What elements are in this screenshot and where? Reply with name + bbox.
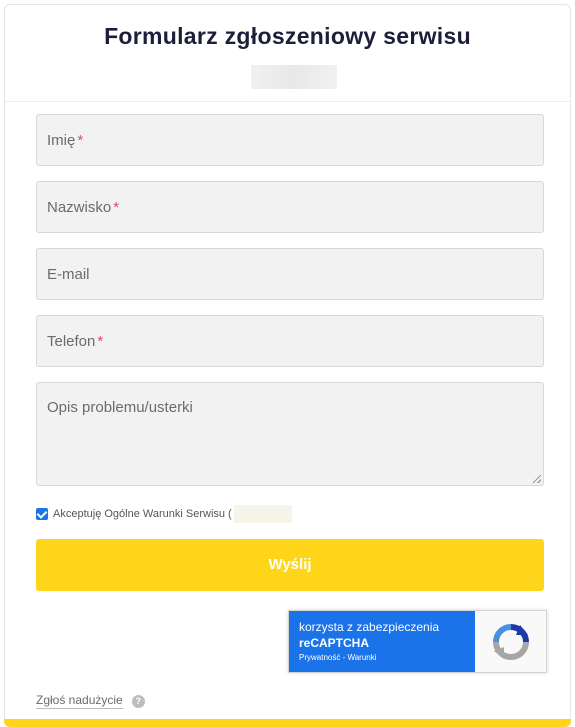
- recaptcha-line2: reCAPTCHA: [299, 636, 370, 650]
- consent-row: Akceptuję Ogólne Warunki Serwisu (: [36, 504, 292, 524]
- recaptcha-logo-icon: [475, 611, 546, 672]
- help-icon[interactable]: ?: [131, 694, 145, 708]
- email-field[interactable]: E-mail: [36, 248, 544, 300]
- recaptcha-line1: korzysta z zabezpieczenia: [299, 620, 440, 634]
- recaptcha-links[interactable]: Prywatność - Warunki: [299, 653, 475, 662]
- page-title: Formularz zgłoszeniowy serwisu: [104, 23, 471, 49]
- footer: Zgłoś nadużycie ?: [36, 693, 145, 709]
- phone-placeholder: Telefon: [47, 333, 96, 350]
- required-mark: *: [97, 333, 104, 350]
- form-header: Formularz zgłoszeniowy serwisu: [5, 5, 570, 102]
- description-placeholder: Opis problemu/usterki: [47, 399, 193, 416]
- consent-checkbox[interactable]: [36, 508, 48, 520]
- phone-field[interactable]: Telefon *: [36, 315, 544, 367]
- last-name-field[interactable]: Nazwisko *: [36, 181, 544, 233]
- blurred-subtitle: [251, 65, 337, 89]
- description-textarea[interactable]: Opis problemu/usterki: [36, 382, 544, 486]
- recaptcha-badge[interactable]: korzysta z zabezpieczenia reCAPTCHA Pryw…: [288, 610, 547, 673]
- recaptcha-text-panel: korzysta z zabezpieczenia reCAPTCHA Pryw…: [289, 611, 475, 672]
- email-placeholder: E-mail: [47, 266, 90, 283]
- form-card: Formularz zgłoszeniowy serwisu Imię * Naz…: [4, 4, 571, 723]
- bottom-accent-bar: [4, 719, 571, 727]
- resize-handle[interactable]: [533, 475, 541, 483]
- required-mark: *: [113, 199, 120, 216]
- required-mark: *: [77, 132, 84, 149]
- consent-label: Akceptuję Ogólne Warunki Serwisu (: [53, 508, 232, 520]
- blurred-consent-link: [233, 505, 292, 523]
- first-name-field[interactable]: Imię *: [36, 114, 544, 166]
- last-name-placeholder: Nazwisko: [47, 199, 112, 216]
- first-name-placeholder: Imię: [47, 132, 76, 149]
- submit-button[interactable]: Wyślij: [36, 539, 544, 591]
- report-abuse-link[interactable]: Zgłoś nadużycie: [36, 693, 123, 709]
